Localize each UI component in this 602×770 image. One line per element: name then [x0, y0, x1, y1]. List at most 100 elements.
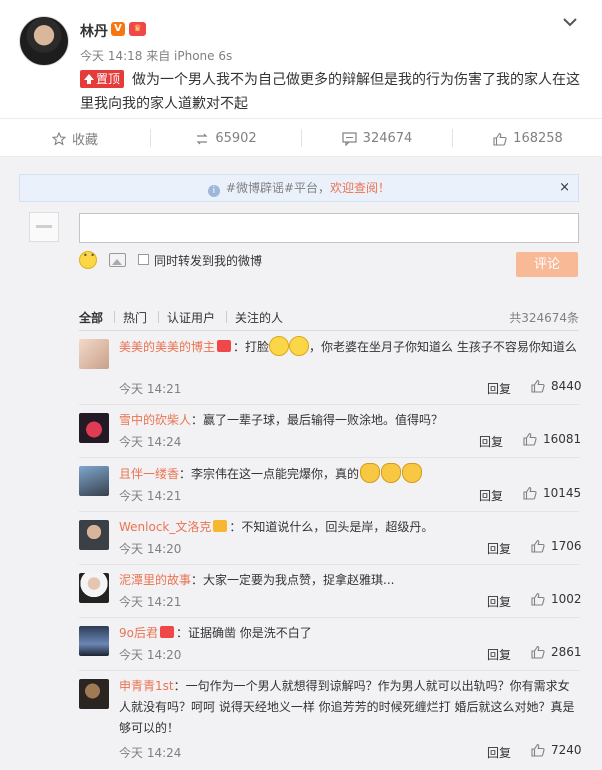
reply-button[interactable]: 回复 [487, 540, 511, 557]
commenter-name[interactable]: 雪中的砍柴人 [119, 413, 191, 427]
reply-button[interactable]: 回复 [479, 487, 503, 504]
cat-emoji-icon [402, 463, 423, 483]
author-name[interactable]: 林丹 [80, 21, 108, 41]
comment-time: 今天 14:20 [119, 542, 182, 556]
comment-content: ：大家一定要为我点赞，捉拿赵雅琪... [191, 573, 395, 587]
favorite-button[interactable]: 收藏 [0, 119, 150, 158]
comment-content: ：一句作为一个男人就想得到谅解吗？作为男人就可以出轨吗？你有需求女人就没有吗？呵… [119, 679, 575, 735]
comment-text: 9o后君 ：证据确凿 你是洗不白了 [119, 623, 579, 644]
comment-time: 今天 14:24 [119, 746, 182, 760]
smile-emoji-icon [289, 336, 310, 356]
commenter-avatar[interactable] [79, 573, 109, 603]
commenter-avatar[interactable] [79, 339, 109, 369]
like-count: 168258 [513, 131, 563, 146]
comment-item: 9o后君 ：证据确凿 你是洗不白了 今天 14:20 回复 2861 [79, 618, 582, 671]
pin-arrow-icon [84, 74, 94, 84]
comment-icon [342, 131, 357, 146]
verified-badge-icon: V [111, 22, 125, 36]
comment-time: 今天 14:20 [119, 648, 182, 662]
comment-content: ：证据确凿 你是洗不白了 [175, 626, 312, 640]
comment-like-count: 8440 [551, 379, 582, 393]
star-icon [51, 131, 66, 146]
post-content: 做为一个男人我不为自己做更多的辩解但是我的行为伤害了我的家人在这里我向我的家人道… [80, 72, 581, 112]
comment-like-button[interactable]: 1706 [531, 539, 582, 553]
reply-button[interactable]: 回复 [479, 433, 503, 450]
comment-item: 雪中的砍柴人：赢了一辈子球，最后输得一败涂地。值得吗？ 今天 14:24 回复 … [79, 405, 581, 458]
commenter-name[interactable]: 9o后君 [119, 626, 158, 640]
notice-link[interactable]: 欢迎查阅！ [330, 181, 390, 195]
comment-item: Wenlock_文洛克 ：不知道说什么，回头是岸，超级丹。 今天 14:20 回复… [79, 512, 582, 565]
comment-item: 申青青1st：一句作为一个男人就想得到谅解吗？作为男人就可以出轨吗？你有需求女人… [79, 671, 582, 767]
cat-emoji-icon [360, 463, 381, 483]
forward-checkbox[interactable] [138, 254, 149, 265]
author-avatar[interactable] [19, 16, 69, 66]
comment-time: 今天 14:21 [119, 595, 182, 609]
divider [114, 311, 115, 323]
comment-text: 申青青1st：一句作为一个男人就想得到谅解吗？作为男人就可以出轨吗？你有需求女人… [119, 676, 579, 739]
emoji-icon[interactable] [79, 251, 97, 269]
comment-like-button[interactable]: 2861 [531, 645, 582, 659]
reply-button[interactable]: 回复 [487, 646, 511, 663]
tab-all[interactable]: 全部 [79, 309, 103, 326]
comment-like-button[interactable]: 7240 [531, 743, 582, 757]
comment-like-button[interactable]: 1002 [531, 592, 582, 606]
pinned-badge: 置顶 [80, 70, 125, 88]
comment-item: 泥潭里的故事：大家一定要为我点赞，捉拿赵雅琪... 今天 14:21 回复 10… [79, 565, 582, 618]
comment-item: 美美的美美的博主 ：打脸 ，你老婆在坐月子你知道么 生孩子不容易你知道么 今天 14… [79, 331, 582, 405]
divider [158, 311, 159, 323]
close-icon[interactable]: × [559, 175, 570, 201]
comment-content: ：打脸 [233, 340, 270, 354]
composer-tools: 同时转发到我的微博 [79, 251, 379, 271]
comment-like-button[interactable]: 10145 [523, 486, 581, 500]
comment-input[interactable] [79, 213, 579, 243]
vip-icon [159, 626, 174, 638]
tab-hot[interactable]: 热门 [123, 309, 147, 326]
repost-button[interactable]: 65902 [151, 119, 301, 158]
chevron-down-icon[interactable] [562, 16, 578, 28]
comment-content: ：赢了一辈子球，最后输得一败涂地。值得吗？ [191, 413, 444, 427]
commenter-name[interactable]: 泥潭里的故事 [119, 573, 191, 587]
tab-following[interactable]: 关注的人 [235, 309, 283, 326]
comment-time: 今天 14:24 [119, 435, 182, 449]
reply-button[interactable]: 回复 [487, 744, 511, 761]
action-bar: 收藏 65902 324674 168258 [0, 118, 602, 157]
repost-count: 65902 [215, 131, 257, 146]
vip-badge-icon: ♛ [129, 22, 146, 36]
vip-icon [213, 520, 228, 532]
image-icon[interactable] [109, 253, 126, 267]
weibo-post: 林丹 V ♛ 今天 14:18 来自 iPhone 6s 置顶 做为一个男人我不为… [0, 0, 602, 118]
like-button[interactable]: 168258 [453, 119, 602, 158]
commenter-avatar[interactable] [79, 520, 109, 550]
commenter-avatar[interactable] [79, 679, 109, 709]
submit-comment-button[interactable]: 评论 [516, 252, 578, 277]
comment-text: 且伴一缕香：李宗伟在这一点能完爆你，真的 [119, 463, 579, 485]
comment-text: 雪中的砍柴人：赢了一辈子球，最后输得一败涂地。值得吗？ [119, 410, 579, 431]
comment-content: ：不知道说什么，回头是岸，超级丹。 [229, 520, 434, 534]
commenter-name[interactable]: 申青青1st [119, 679, 174, 693]
commenter-name[interactable]: 美美的美美的博主 [119, 340, 215, 354]
favorite-label: 收藏 [71, 133, 98, 148]
reply-button[interactable]: 回复 [487, 380, 511, 397]
thumbs-up-icon [523, 432, 537, 446]
comment-content: ：李宗伟在这一点能完爆你，真的 [179, 467, 360, 481]
comment-time: 今天 14:21 [119, 489, 182, 503]
comment-filter-tabs: 全部 热门 认证用户 关注的人 共324674条 [79, 309, 579, 329]
comment-like-count: 2861 [551, 645, 582, 659]
comment-like-button[interactable]: 8440 [531, 379, 582, 393]
thumbs-up-icon [531, 379, 545, 393]
reply-button[interactable]: 回复 [487, 593, 511, 610]
commenter-avatar[interactable] [79, 413, 109, 443]
commenter-avatar[interactable] [79, 466, 109, 496]
commenter-avatar[interactable] [79, 626, 109, 656]
commenter-name[interactable]: 且伴一缕香 [119, 467, 179, 481]
current-user-avatar [29, 212, 59, 242]
thumbs-up-icon [523, 486, 537, 500]
divider [226, 311, 227, 323]
comment-button[interactable]: 324674 [302, 119, 452, 158]
pinned-label: 置顶 [96, 72, 121, 86]
tab-verified[interactable]: 认证用户 [167, 309, 215, 326]
comment-text: 美美的美美的博主 ：打脸 ，你老婆在坐月子你知道么 生孩子不容易你知道么 [119, 336, 579, 358]
commenter-name[interactable]: Wenlock_文洛克 [119, 520, 211, 534]
comment-like-button[interactable]: 16081 [523, 432, 581, 446]
comment-item: 且伴一缕香：李宗伟在这一点能完爆你，真的 今天 14:21 回复 10145 [79, 458, 581, 512]
